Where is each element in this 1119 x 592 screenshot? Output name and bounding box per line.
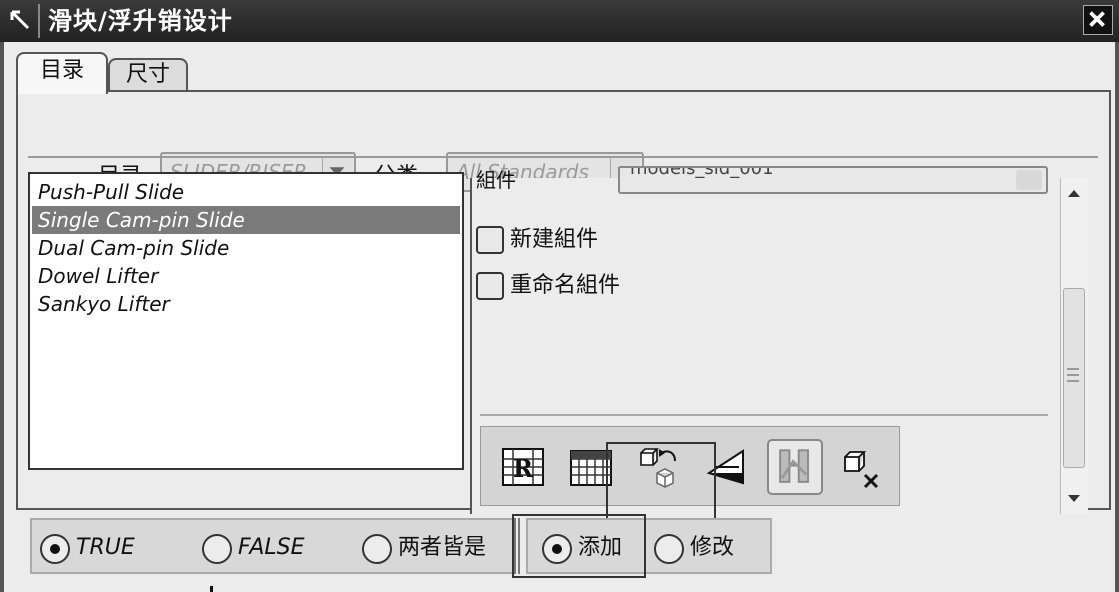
rename-component-checkbox[interactable] (476, 272, 504, 300)
scroll-grip-icon (1067, 368, 1079, 382)
radio-true-button[interactable] (40, 534, 70, 564)
component-options-pane: 組件 models_sld_001 新建組件 重命名組件 R (470, 166, 1088, 514)
radio-modify-label: 修改 (690, 535, 735, 560)
section-divider (28, 156, 1098, 158)
window-title: 滑块/浮升销设计 (48, 7, 233, 35)
delete-component-icon (844, 451, 879, 489)
scroll-up-icon[interactable] (1068, 190, 1080, 197)
component-toolbar: R (480, 426, 900, 506)
chevron-down-icon[interactable] (1016, 170, 1042, 190)
dialog-body: 目录 尺寸 目录 SLIDER/RISER 分类 All Standards P… (0, 42, 1119, 592)
radio-false-label: FALSE (238, 535, 305, 560)
cursor-mark (210, 586, 213, 592)
scroll-down-icon[interactable] (1068, 495, 1080, 502)
radio-both-button[interactable] (362, 534, 392, 564)
radio-group-separator (514, 518, 520, 574)
component-name-value: models_sld_001 (630, 166, 774, 179)
close-button[interactable] (1083, 5, 1113, 35)
title-bar: 滑块/浮升销设计 (0, 0, 1119, 42)
flip-direction-icon (706, 449, 744, 485)
list-item[interactable]: Dual Cam-pin Slide (32, 234, 460, 262)
svg-text:R: R (513, 454, 534, 483)
new-component-label: 新建組件 (510, 227, 599, 252)
rename-component-label: 重命名組件 (510, 273, 621, 298)
slide-type-list[interactable]: Push-Pull Slide Single Cam-pin Slide Dua… (28, 172, 464, 470)
tab-catalog[interactable]: 目录 (16, 52, 108, 94)
component-label: 組件 (476, 168, 516, 192)
component-name-combo[interactable]: models_sld_001 (618, 166, 1048, 194)
table-r-button[interactable]: R (495, 439, 551, 495)
list-item[interactable]: Dowel Lifter (32, 262, 460, 290)
list-item[interactable]: Push-Pull Slide (32, 178, 460, 206)
grid-table-icon (570, 450, 612, 486)
reposition-component-button[interactable] (631, 439, 687, 495)
edit-data-icon (779, 449, 809, 483)
grid-table-button[interactable] (563, 439, 619, 495)
edit-data-button[interactable] (767, 439, 823, 495)
reposition-component-icon (640, 448, 676, 488)
vertical-scrollbar[interactable] (1060, 178, 1088, 514)
radio-true-label: TRUE (76, 535, 135, 560)
delete-component-button[interactable] (835, 439, 891, 495)
new-component-checkbox[interactable] (476, 226, 504, 254)
boolean-radio-group: TRUE FALSE 两者皆是 (30, 518, 514, 574)
radio-both-label: 两者皆是 (398, 535, 487, 560)
mode-radio-group: 添加 修改 (526, 518, 772, 574)
list-item[interactable]: Sankyo Lifter (32, 290, 460, 318)
list-item-selected[interactable]: Single Cam-pin Slide (32, 206, 460, 234)
pane-divider (480, 414, 1048, 416)
title-separator (38, 4, 40, 38)
select-arrow-icon[interactable] (6, 6, 36, 36)
close-icon (1089, 11, 1105, 27)
tab-dimensions[interactable]: 尺寸 (108, 58, 188, 92)
radio-add-button[interactable] (542, 534, 572, 564)
table-r-icon: R (502, 448, 544, 486)
radio-modify-button[interactable] (654, 534, 684, 564)
flip-direction-button[interactable] (699, 439, 755, 495)
radio-false-button[interactable] (202, 534, 232, 564)
radio-add-label: 添加 (578, 535, 623, 560)
